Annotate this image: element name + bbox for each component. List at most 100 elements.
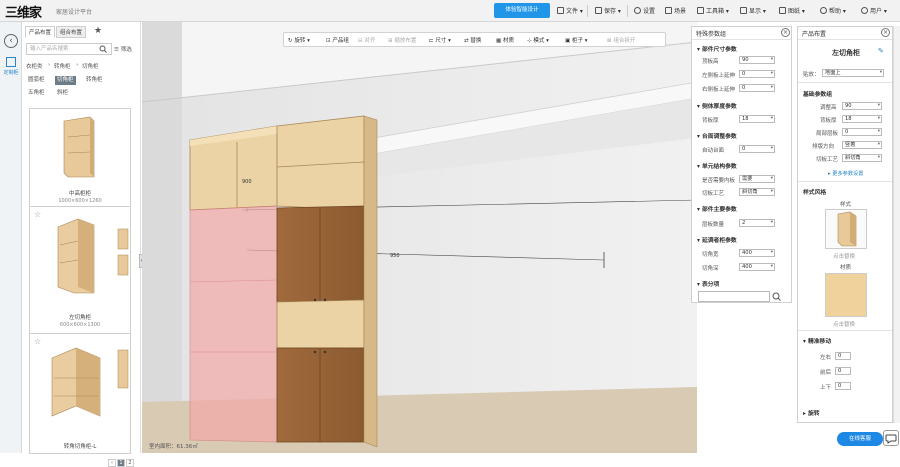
replace-style-link[interactable]: 点击替换: [833, 252, 855, 260]
favorites-star-icon[interactable]: ★: [94, 26, 102, 36]
cabinet-tool[interactable]: ▣ 柜子 ▾: [565, 36, 587, 44]
menu-display[interactable]: 显示 ▾: [740, 6, 766, 15]
param-field[interactable]: 0 ▾: [739, 145, 775, 153]
variant-thumbnail[interactable]: [116, 227, 130, 279]
edit-name-icon[interactable]: ✎: [878, 47, 884, 55]
back-icon[interactable]: ‹: [4, 34, 18, 48]
product-dims: 1000×600×1260: [58, 198, 102, 204]
section-header[interactable]: ▾ 延调者柜参数: [697, 235, 737, 244]
tab-product-layout[interactable]: 产品布置: [25, 26, 56, 38]
product-card[interactable]: ☆ 左切角柜 600×600×1300: [29, 206, 131, 335]
dropdown-arrow-icon: ▾: [879, 70, 882, 75]
move-stepper[interactable]: 0: [835, 382, 851, 390]
close-icon[interactable]: ×: [781, 28, 790, 37]
section-header[interactable]: ▾ 单元结构参数: [697, 161, 737, 170]
breadcrumb-3[interactable]: 切角柜: [82, 62, 99, 70]
split-combo-tool[interactable]: ⊠ 组合拆开: [607, 36, 635, 44]
param-field[interactable]: 90 ▾: [842, 102, 882, 110]
rotate-tool[interactable]: ↻ 旋转 ▾: [288, 36, 310, 44]
product-group-tool[interactable]: ⊡ 产品组: [326, 36, 349, 44]
material-tool[interactable]: ▦ 材质: [496, 36, 514, 44]
catalog-panel: 产品布置 组合布置 ★ 输入产品名搜索 ☰ 筛选 衣柜类 › 转角柜 › 切角柜…: [22, 22, 161, 467]
param-field[interactable]: 0 ▾: [842, 128, 882, 136]
param-field[interactable]: 0 ▾: [739, 84, 775, 92]
chip-category[interactable]: 转角柜: [84, 76, 105, 85]
section-header[interactable]: ▾ 部件主要参数: [697, 204, 737, 213]
search-icon[interactable]: [99, 45, 107, 53]
param-field[interactable]: 90 ▾: [739, 56, 775, 64]
favorite-star-icon[interactable]: ☆: [34, 210, 41, 219]
rail-item-custom-cabinet[interactable]: 定制柜: [2, 57, 20, 76]
param-field[interactable]: 0 ▾: [739, 70, 775, 78]
param-field[interactable]: 2 ▾: [739, 219, 775, 227]
chat-icon[interactable]: [883, 430, 899, 446]
menu-scene[interactable]: 场景: [665, 6, 686, 15]
menu-save[interactable]: 保存 ▾: [595, 6, 621, 15]
app-subtitle: 家居设计平台: [56, 9, 93, 16]
size-tool[interactable]: ⊏ 尺寸 ▾: [429, 36, 451, 44]
tab-combo-layout[interactable]: 组合布置: [56, 26, 87, 38]
replace-tool[interactable]: ⇄ 替换: [464, 36, 481, 44]
section-header[interactable]: ▾ 表分项: [697, 279, 719, 288]
chip-category[interactable]: 圆弧柜: [26, 76, 47, 85]
more-params-link[interactable]: ▸ 更多参数设置: [828, 170, 863, 177]
section-header[interactable]: ▸ 旋转: [803, 408, 820, 417]
breadcrumb-1[interactable]: 衣柜类: [26, 62, 43, 70]
search-icon[interactable]: [772, 292, 781, 301]
mode-tool[interactable]: ⊹ 模式 ▾: [527, 36, 549, 44]
param-field[interactable]: 400 ▾: [739, 263, 775, 271]
param-label: 背板厚: [820, 118, 837, 124]
breadcrumb-2[interactable]: 转角柜: [54, 62, 71, 70]
param-field[interactable]: 400 ▾: [739, 249, 775, 257]
param-field[interactable]: 需要 ▾: [739, 175, 775, 183]
page-1[interactable]: 1: [117, 459, 125, 467]
section-header[interactable]: ▾ 台面调整参数: [697, 131, 737, 140]
menu-file[interactable]: 文件 ▾: [557, 6, 583, 15]
close-icon[interactable]: ×: [881, 28, 890, 37]
menu-settings[interactable]: 设置: [634, 6, 655, 15]
product-card[interactable]: ☆ 转角切角柜-L: [29, 333, 131, 454]
move-stepper[interactable]: 0: [835, 367, 851, 375]
section-header[interactable]: ▾ 部件尺寸参数: [697, 44, 737, 53]
variant-thumbnail[interactable]: [116, 348, 130, 390]
material-swatch[interactable]: [825, 273, 867, 317]
chip-category[interactable]: 斜柜: [55, 89, 70, 98]
param-field[interactable]: 18 ▾: [842, 115, 882, 123]
align-tool[interactable]: ⊟ 对齐: [358, 36, 375, 44]
filter-button[interactable]: ☰ 筛选: [114, 45, 132, 53]
section-header[interactable]: ▾ 精准移动: [803, 336, 831, 345]
param-field[interactable]: 斜切角 ▾: [739, 188, 775, 196]
3d-viewport[interactable]: 900 950 室内面积：61.36㎡: [142, 22, 697, 453]
scale-layout-tool[interactable]: ⊞ 缩放布置: [388, 36, 416, 44]
page-prev[interactable]: ‹: [108, 459, 116, 467]
chip-category-selected[interactable]: 切角柜: [55, 76, 76, 85]
product-card[interactable]: 中高柜柜 1000×600×1260: [29, 108, 131, 210]
right-scroll-track[interactable]: [893, 26, 900, 423]
param-search-input[interactable]: [698, 291, 770, 302]
param-field[interactable]: 18 ▾: [739, 115, 775, 123]
chip-category[interactable]: 五角柜: [26, 89, 47, 98]
menu-help[interactable]: 帮助 ▾: [820, 6, 846, 15]
style-thumbnail[interactable]: [825, 209, 867, 249]
param-field[interactable]: 竖着 ▾: [842, 141, 882, 149]
replace-material-link[interactable]: 点击替换: [833, 320, 855, 328]
section-header[interactable]: 基础参数组: [803, 89, 832, 98]
mount-select[interactable]: 地面上 ▾: [822, 69, 884, 77]
smart-design-button[interactable]: 体验智能设计: [494, 3, 550, 18]
param-label: 排版方向: [812, 144, 835, 150]
dimension-label: 950: [390, 253, 400, 259]
menu-user[interactable]: 用户 ▾: [861, 6, 887, 15]
app-logo[interactable]: 三维家: [5, 2, 42, 21]
menu-toolbox[interactable]: 工具箱 ▾: [697, 6, 729, 15]
product-panel: 产品布置 × 左切角柜 ✎ 贴放： 地面上 ▾ 基础参数组 调整高 90 ▾ 背板厚…: [797, 26, 893, 423]
favorite-star-icon[interactable]: ☆: [34, 337, 41, 346]
section-header[interactable]: 样式风格: [803, 187, 826, 196]
dropdown-arrow-icon: ▾: [877, 116, 880, 121]
dropdown-arrow-icon: ▾: [770, 57, 773, 62]
online-help-button[interactable]: 在线客服: [837, 432, 883, 446]
section-header[interactable]: ▾ 侧体厚度参数: [697, 101, 737, 110]
menu-drawings[interactable]: 图纸 ▾: [779, 6, 805, 15]
page-2[interactable]: 2: [126, 459, 134, 467]
param-field[interactable]: 斜切角 ▾: [842, 154, 882, 162]
move-stepper[interactable]: 0: [835, 352, 851, 360]
